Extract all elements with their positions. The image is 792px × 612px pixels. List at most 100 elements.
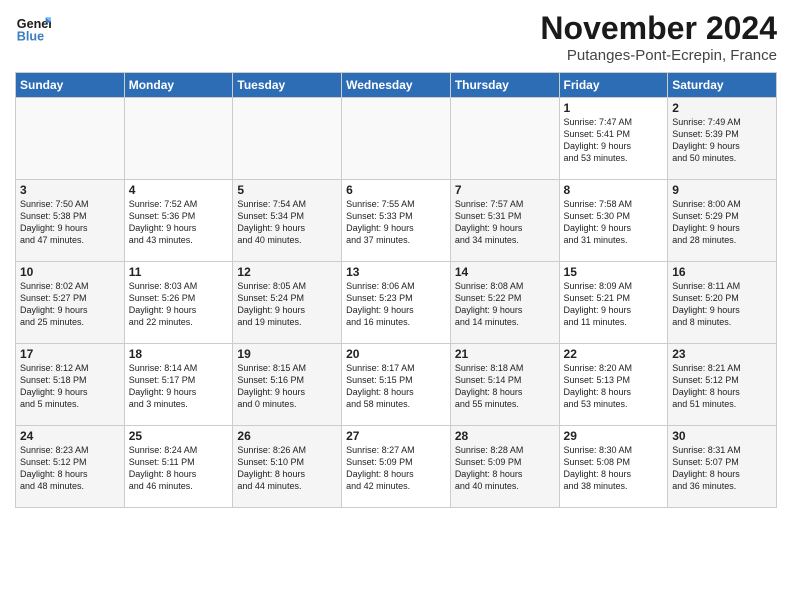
cell-info: Sunrise: 8:30 AM Sunset: 5:08 PM Dayligh… — [564, 444, 664, 493]
cell-info: Sunrise: 7:58 AM Sunset: 5:30 PM Dayligh… — [564, 198, 664, 247]
calendar-cell — [16, 98, 125, 180]
calendar-cell: 8Sunrise: 7:58 AM Sunset: 5:30 PM Daylig… — [559, 180, 668, 262]
calendar-cell — [124, 98, 233, 180]
day-number: 22 — [564, 347, 664, 361]
cell-info: Sunrise: 8:14 AM Sunset: 5:17 PM Dayligh… — [129, 362, 229, 411]
day-number: 11 — [129, 265, 229, 279]
calendar-cell: 9Sunrise: 8:00 AM Sunset: 5:29 PM Daylig… — [668, 180, 777, 262]
calendar-cell: 23Sunrise: 8:21 AM Sunset: 5:12 PM Dayli… — [668, 344, 777, 426]
day-number: 1 — [564, 101, 664, 115]
cell-info: Sunrise: 7:57 AM Sunset: 5:31 PM Dayligh… — [455, 198, 555, 247]
week-row-1: 3Sunrise: 7:50 AM Sunset: 5:38 PM Daylig… — [16, 180, 777, 262]
col-sunday: Sunday — [16, 73, 125, 98]
page: General Blue November 2024 Putanges-Pont… — [0, 0, 792, 612]
cell-info: Sunrise: 8:06 AM Sunset: 5:23 PM Dayligh… — [346, 280, 446, 329]
cell-info: Sunrise: 7:55 AM Sunset: 5:33 PM Dayligh… — [346, 198, 446, 247]
day-number: 26 — [237, 429, 337, 443]
calendar-cell: 16Sunrise: 8:11 AM Sunset: 5:20 PM Dayli… — [668, 262, 777, 344]
calendar-cell: 20Sunrise: 8:17 AM Sunset: 5:15 PM Dayli… — [342, 344, 451, 426]
cell-info: Sunrise: 8:03 AM Sunset: 5:26 PM Dayligh… — [129, 280, 229, 329]
day-number: 24 — [20, 429, 120, 443]
day-number: 17 — [20, 347, 120, 361]
day-number: 7 — [455, 183, 555, 197]
calendar-cell: 15Sunrise: 8:09 AM Sunset: 5:21 PM Dayli… — [559, 262, 668, 344]
cell-info: Sunrise: 8:09 AM Sunset: 5:21 PM Dayligh… — [564, 280, 664, 329]
day-number: 13 — [346, 265, 446, 279]
cell-info: Sunrise: 8:08 AM Sunset: 5:22 PM Dayligh… — [455, 280, 555, 329]
calendar-cell: 12Sunrise: 8:05 AM Sunset: 5:24 PM Dayli… — [233, 262, 342, 344]
col-thursday: Thursday — [450, 73, 559, 98]
week-row-3: 17Sunrise: 8:12 AM Sunset: 5:18 PM Dayli… — [16, 344, 777, 426]
cell-info: Sunrise: 8:18 AM Sunset: 5:14 PM Dayligh… — [455, 362, 555, 411]
col-friday: Friday — [559, 73, 668, 98]
cell-info: Sunrise: 7:47 AM Sunset: 5:41 PM Dayligh… — [564, 116, 664, 165]
calendar-cell: 6Sunrise: 7:55 AM Sunset: 5:33 PM Daylig… — [342, 180, 451, 262]
day-number: 5 — [237, 183, 337, 197]
calendar-cell: 13Sunrise: 8:06 AM Sunset: 5:23 PM Dayli… — [342, 262, 451, 344]
calendar-cell: 25Sunrise: 8:24 AM Sunset: 5:11 PM Dayli… — [124, 426, 233, 508]
cell-info: Sunrise: 8:27 AM Sunset: 5:09 PM Dayligh… — [346, 444, 446, 493]
calendar-cell — [450, 98, 559, 180]
week-row-4: 24Sunrise: 8:23 AM Sunset: 5:12 PM Dayli… — [16, 426, 777, 508]
day-number: 23 — [672, 347, 772, 361]
calendar-cell: 11Sunrise: 8:03 AM Sunset: 5:26 PM Dayli… — [124, 262, 233, 344]
header-row: Sunday Monday Tuesday Wednesday Thursday… — [16, 73, 777, 98]
calendar-cell — [342, 98, 451, 180]
col-tuesday: Tuesday — [233, 73, 342, 98]
calendar-cell: 7Sunrise: 7:57 AM Sunset: 5:31 PM Daylig… — [450, 180, 559, 262]
calendar-cell: 2Sunrise: 7:49 AM Sunset: 5:39 PM Daylig… — [668, 98, 777, 180]
cell-info: Sunrise: 8:26 AM Sunset: 5:10 PM Dayligh… — [237, 444, 337, 493]
day-number: 20 — [346, 347, 446, 361]
calendar-cell: 17Sunrise: 8:12 AM Sunset: 5:18 PM Dayli… — [16, 344, 125, 426]
month-title: November 2024 — [540, 10, 777, 47]
week-row-2: 10Sunrise: 8:02 AM Sunset: 5:27 PM Dayli… — [16, 262, 777, 344]
col-wednesday: Wednesday — [342, 73, 451, 98]
calendar-cell: 28Sunrise: 8:28 AM Sunset: 5:09 PM Dayli… — [450, 426, 559, 508]
col-saturday: Saturday — [668, 73, 777, 98]
title-block: November 2024 Putanges-Pont-Ecrepin, Fra… — [540, 10, 777, 64]
day-number: 28 — [455, 429, 555, 443]
cell-info: Sunrise: 8:02 AM Sunset: 5:27 PM Dayligh… — [20, 280, 120, 329]
svg-text:Blue: Blue — [17, 30, 44, 44]
cell-info: Sunrise: 8:15 AM Sunset: 5:16 PM Dayligh… — [237, 362, 337, 411]
calendar-cell: 19Sunrise: 8:15 AM Sunset: 5:16 PM Dayli… — [233, 344, 342, 426]
day-number: 30 — [672, 429, 772, 443]
calendar-cell: 14Sunrise: 8:08 AM Sunset: 5:22 PM Dayli… — [450, 262, 559, 344]
day-number: 16 — [672, 265, 772, 279]
cell-info: Sunrise: 7:52 AM Sunset: 5:36 PM Dayligh… — [129, 198, 229, 247]
calendar-cell: 21Sunrise: 8:18 AM Sunset: 5:14 PM Dayli… — [450, 344, 559, 426]
cell-info: Sunrise: 8:12 AM Sunset: 5:18 PM Dayligh… — [20, 362, 120, 411]
day-number: 27 — [346, 429, 446, 443]
day-number: 29 — [564, 429, 664, 443]
day-number: 21 — [455, 347, 555, 361]
location: Putanges-Pont-Ecrepin, France — [540, 47, 777, 64]
calendar: Sunday Monday Tuesday Wednesday Thursday… — [15, 72, 777, 508]
day-number: 10 — [20, 265, 120, 279]
calendar-cell: 22Sunrise: 8:20 AM Sunset: 5:13 PM Dayli… — [559, 344, 668, 426]
cell-info: Sunrise: 7:49 AM Sunset: 5:39 PM Dayligh… — [672, 116, 772, 165]
day-number: 25 — [129, 429, 229, 443]
day-number: 18 — [129, 347, 229, 361]
week-row-0: 1Sunrise: 7:47 AM Sunset: 5:41 PM Daylig… — [16, 98, 777, 180]
day-number: 19 — [237, 347, 337, 361]
calendar-cell: 1Sunrise: 7:47 AM Sunset: 5:41 PM Daylig… — [559, 98, 668, 180]
day-number: 15 — [564, 265, 664, 279]
cell-info: Sunrise: 8:31 AM Sunset: 5:07 PM Dayligh… — [672, 444, 772, 493]
calendar-cell: 27Sunrise: 8:27 AM Sunset: 5:09 PM Dayli… — [342, 426, 451, 508]
cell-info: Sunrise: 8:28 AM Sunset: 5:09 PM Dayligh… — [455, 444, 555, 493]
cell-info: Sunrise: 8:24 AM Sunset: 5:11 PM Dayligh… — [129, 444, 229, 493]
cell-info: Sunrise: 8:23 AM Sunset: 5:12 PM Dayligh… — [20, 444, 120, 493]
calendar-cell: 3Sunrise: 7:50 AM Sunset: 5:38 PM Daylig… — [16, 180, 125, 262]
cell-info: Sunrise: 8:21 AM Sunset: 5:12 PM Dayligh… — [672, 362, 772, 411]
calendar-cell: 5Sunrise: 7:54 AM Sunset: 5:34 PM Daylig… — [233, 180, 342, 262]
day-number: 12 — [237, 265, 337, 279]
day-number: 6 — [346, 183, 446, 197]
calendar-cell: 18Sunrise: 8:14 AM Sunset: 5:17 PM Dayli… — [124, 344, 233, 426]
calendar-cell: 24Sunrise: 8:23 AM Sunset: 5:12 PM Dayli… — [16, 426, 125, 508]
cell-info: Sunrise: 8:11 AM Sunset: 5:20 PM Dayligh… — [672, 280, 772, 329]
day-number: 3 — [20, 183, 120, 197]
cell-info: Sunrise: 8:00 AM Sunset: 5:29 PM Dayligh… — [672, 198, 772, 247]
logo-icon: General Blue — [15, 10, 51, 46]
calendar-cell — [233, 98, 342, 180]
day-number: 9 — [672, 183, 772, 197]
